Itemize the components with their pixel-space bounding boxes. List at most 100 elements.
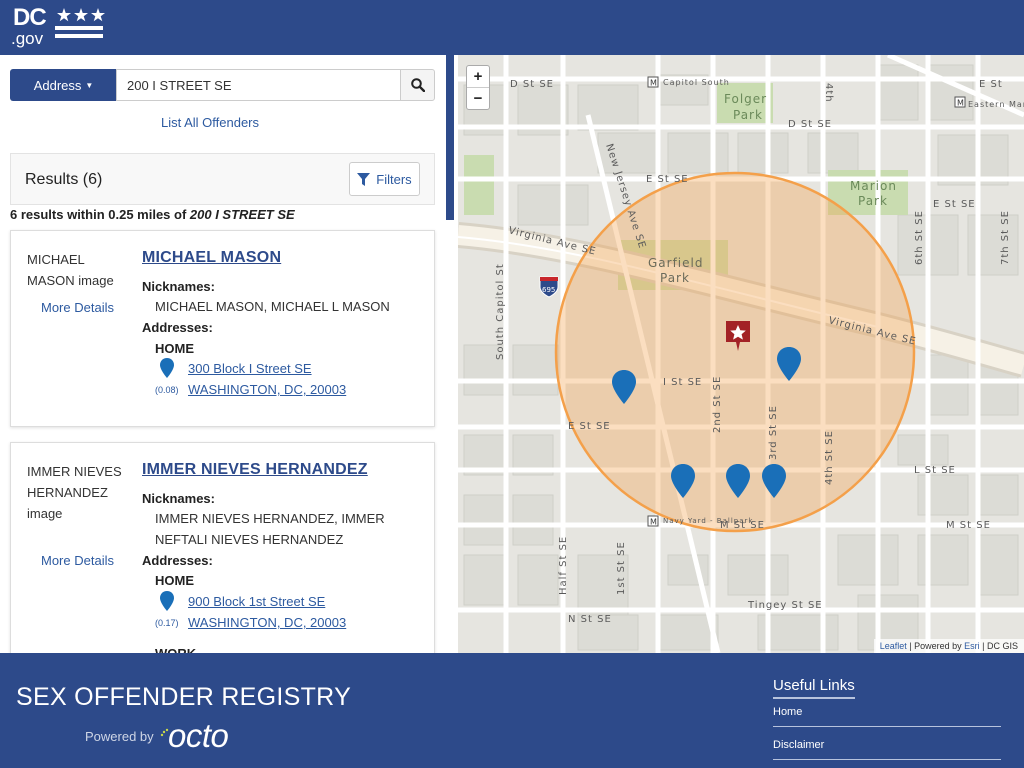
map-label: Tingey St SE [747, 600, 823, 611]
metro-icon: M [647, 515, 659, 527]
map-label: L St SE [914, 465, 956, 476]
zoom-out-button[interactable]: − [467, 88, 489, 110]
attribution-text: | Powered by [906, 641, 965, 651]
distance-miles: (0.17) [155, 618, 179, 628]
map-label: E St [979, 79, 1003, 90]
stars-icon [57, 8, 105, 22]
map-label: 1st St SE [616, 541, 627, 595]
logo-dc-text: DC [13, 4, 47, 31]
offender-photo: MICHAEL MASON image [27, 252, 114, 288]
leaflet-link[interactable]: Leaflet [880, 641, 907, 651]
map-label: E St SE [933, 199, 976, 210]
more-details-link[interactable]: More Details [41, 300, 114, 315]
offender-name-link[interactable]: IMMER NIEVES HERNANDEZ [142, 461, 368, 479]
zoom-control: + − [466, 65, 490, 110]
map-pin-icon [160, 358, 174, 378]
search-button[interactable] [400, 69, 435, 101]
map-label: 695 [542, 286, 555, 294]
nicknames-value: IMMER NIEVES HERNANDEZ, IMMER NEFTALI NI… [155, 511, 385, 547]
map-label: 3rd St SE [768, 405, 779, 460]
footer-link-home[interactable]: Home [773, 706, 1001, 727]
address-type: WORK [155, 646, 196, 653]
results-summary: 6 results within 0.25 miles of 200 I STR… [10, 207, 295, 222]
address-search-input[interactable] [116, 69, 401, 101]
map-label: D St SE [788, 119, 832, 130]
results-title: Results (6) [25, 171, 103, 188]
footer: SEX OFFENDER REGISTRY Powered by octo Us… [0, 653, 1024, 768]
map-label: 6th St SE [914, 210, 925, 265]
map-label: N St SE [568, 614, 612, 625]
svg-text:M: M [650, 79, 657, 88]
map-label: Capitol South [663, 78, 730, 87]
search-bar: Address ▼ [10, 69, 435, 101]
map-label: Park [733, 108, 763, 122]
map-label: D St SE [510, 79, 554, 90]
street-address-link[interactable]: 900 Block 1st Street SE [188, 594, 325, 609]
map-pin-icon [160, 591, 174, 611]
nicknames-label: Nicknames: [142, 279, 215, 294]
svg-text:M: M [957, 99, 964, 108]
zoom-in-button[interactable]: + [467, 66, 489, 88]
nicknames-label: Nicknames: [142, 491, 215, 506]
esri-link[interactable]: Esri [964, 641, 980, 651]
filter-icon [357, 172, 371, 186]
footer-link-disclaimer[interactable]: Disclaimer [773, 739, 1001, 760]
metro-icon: M [647, 76, 659, 88]
map-label: Park [660, 271, 690, 285]
map-label: Eastern Market [968, 100, 1024, 109]
addresses-label: Addresses: [142, 320, 213, 335]
map-canvas[interactable]: D St SE Capitol South Folger Park D St S… [458, 55, 1024, 653]
offender-photo: IMMER NIEVES HERNANDEZ image [27, 464, 122, 521]
map-label: Garfield [648, 256, 703, 270]
list-all-offenders-link[interactable]: List All Offenders [0, 115, 420, 130]
search-mode-dropdown[interactable]: Address ▼ [10, 69, 117, 101]
city-address-link[interactable]: WASHINGTON, DC, 20003 [188, 615, 346, 630]
offender-name-link[interactable]: MICHAEL MASON [142, 249, 281, 267]
metro-icon: M [954, 96, 966, 108]
flag-bar-2 [55, 34, 103, 38]
results-pane[interactable]: Address ▼ List All Offenders Results (6)… [0, 55, 458, 653]
map[interactable]: D St SE Capitol South Folger Park D St S… [458, 55, 1024, 653]
logo-gov-text: .gov [11, 29, 44, 48]
results-summary-prefix: 6 results within 0.25 miles of [10, 207, 187, 222]
address-type: HOME [155, 573, 194, 588]
map-label: E St SE [646, 174, 689, 185]
registry-title: SEX OFFENDER REGISTRY [16, 683, 352, 711]
results-header: Results (6) Filters [10, 153, 435, 205]
street-address-link[interactable]: 300 Block I Street SE [188, 361, 312, 376]
distance-miles: (0.08) [155, 385, 179, 395]
offender-card: IMMER NIEVES HERNANDEZ image More Detail… [10, 442, 435, 653]
top-bar: DC .gov [0, 0, 1024, 55]
map-label: 2nd St SE [712, 376, 723, 433]
map-label: Navy Yard - Ballpark [663, 517, 753, 525]
octo-logo[interactable]: octo [168, 717, 229, 755]
address-type: HOME [155, 341, 194, 356]
map-label: 7th St SE [1000, 210, 1011, 265]
app: DC .gov Address ▼ 200 I STREET SE List A… [0, 0, 1024, 768]
powered-by-text: Powered by [85, 729, 154, 744]
filters-label: Filters [376, 171, 412, 187]
map-label: M St SE [946, 520, 991, 531]
map-label: I St SE [663, 377, 702, 388]
map-label: 4th [823, 83, 834, 103]
map-label: Marion [850, 179, 897, 193]
map-label: E St SE [568, 421, 611, 432]
interstate-shield-icon: 695 [539, 276, 559, 298]
map-label: 4th St SE [824, 430, 835, 485]
filters-button[interactable]: Filters [349, 162, 420, 196]
attribution-tail: | DC GIS [979, 641, 1018, 651]
nicknames-value: MICHAEL MASON, MICHAEL L MASON [155, 299, 390, 314]
useful-links-heading: Useful Links [773, 677, 855, 699]
caret-down-icon: ▼ [85, 80, 94, 90]
scrollbar-thumb[interactable] [446, 55, 454, 220]
map-label: Folger [724, 92, 767, 106]
dc-gov-logo[interactable]: DC .gov [11, 4, 111, 48]
map-label: South Capitol St [495, 263, 506, 360]
city-address-link[interactable]: WASHINGTON, DC, 20003 [188, 382, 346, 397]
map-label: Park [858, 194, 888, 208]
more-details-link[interactable]: More Details [41, 553, 114, 568]
flag-bar-1 [55, 26, 103, 30]
results-summary-address: 200 I STREET SE [189, 207, 295, 222]
map-label: Half St SE [558, 536, 569, 595]
offender-card: MICHAEL MASON image More Details MICHAEL… [10, 230, 435, 427]
